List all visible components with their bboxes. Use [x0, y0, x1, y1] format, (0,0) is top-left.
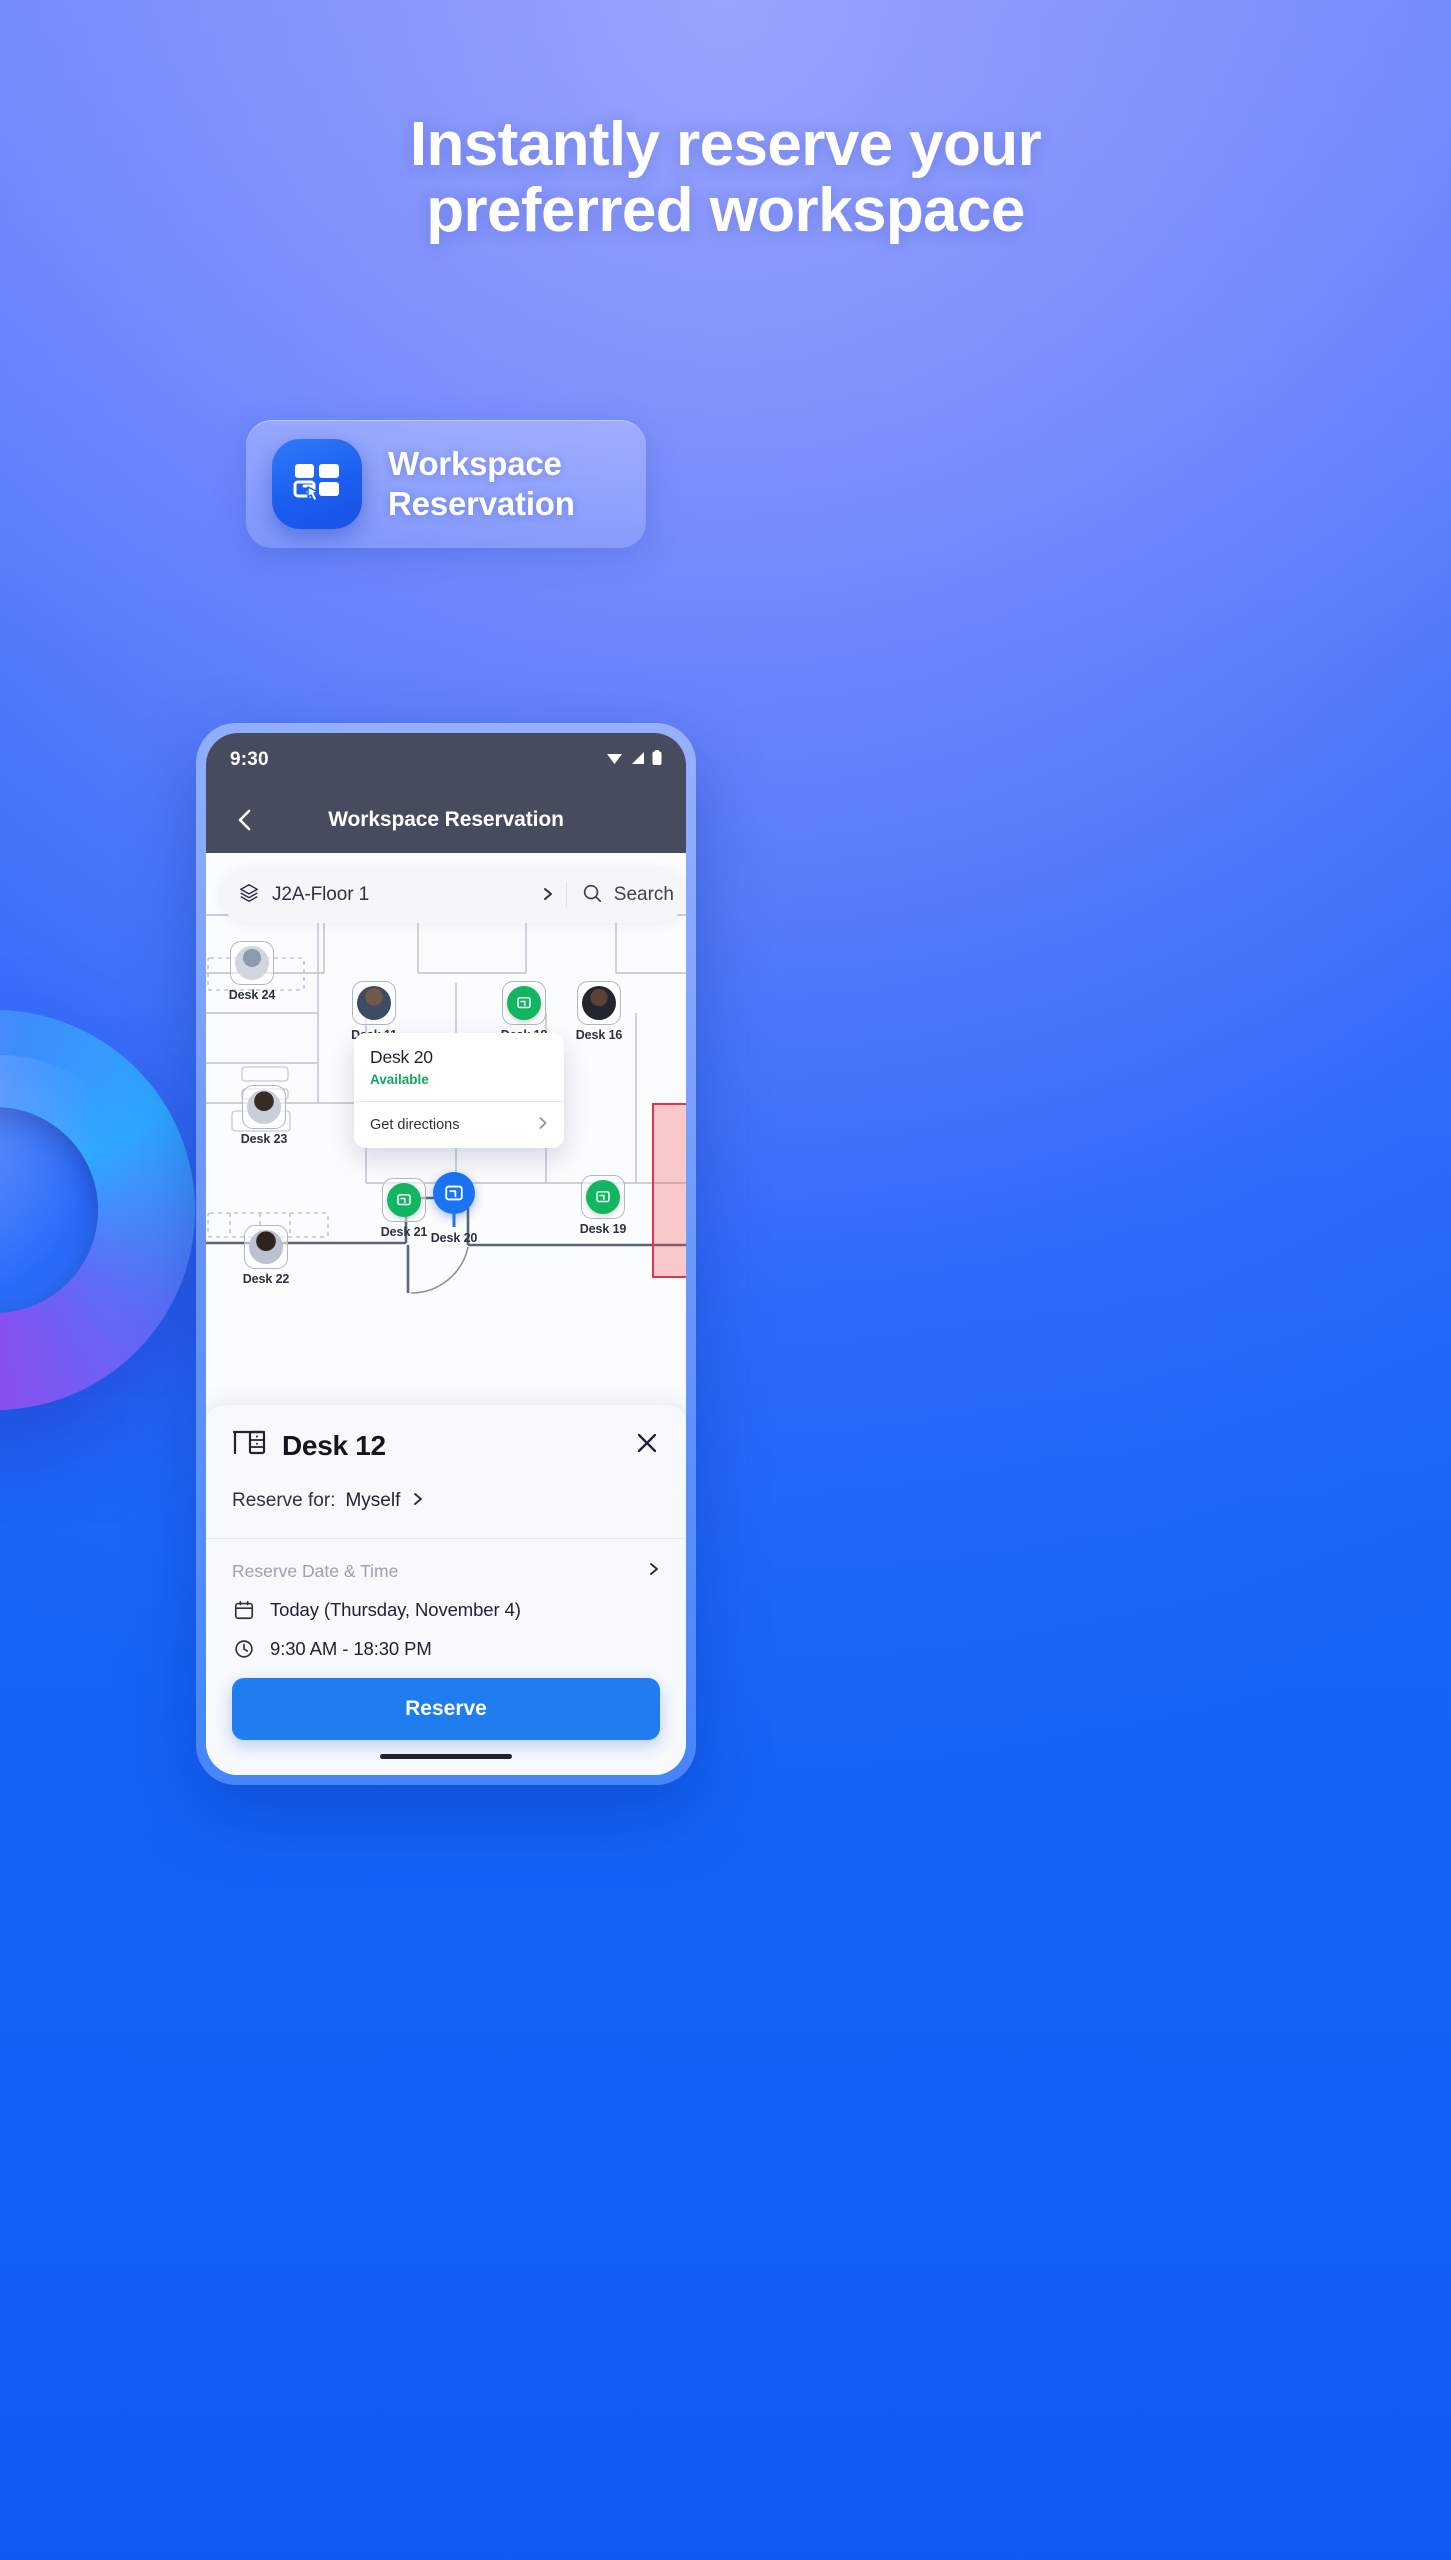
- reserve-time-value: 9:30 AM - 18:30 PM: [270, 1638, 432, 1659]
- desk-pin: [230, 941, 274, 985]
- avatar: [235, 946, 269, 980]
- app-chip-label-line2: Reservation: [388, 485, 575, 522]
- home-indicator: [380, 1754, 512, 1759]
- desk-icon: [232, 1427, 266, 1464]
- reserve-date-time-label: Reserve Date & Time: [232, 1561, 399, 1581]
- hero-headline-line1: Instantly reserve your: [409, 110, 1042, 179]
- reserve-for-label: Reserve for:: [232, 1490, 336, 1511]
- desk-pin: [352, 981, 396, 1025]
- back-button[interactable]: [226, 801, 264, 839]
- hero-headline-line2: preferred workspace: [426, 175, 1025, 245]
- workspace-grid-tap-icon: [272, 439, 362, 529]
- chevron-right-icon[interactable]: [542, 887, 554, 904]
- floorplan-map[interactable]: J2A-Floor 1 Search Desk 24 Desk 16 Desk …: [206, 853, 686, 1405]
- reserve-time-row: 9:30 AM - 18:30 PM: [232, 1638, 660, 1660]
- divider: [206, 1538, 686, 1539]
- desk-pin: [242, 1085, 286, 1129]
- calendar-icon: [232, 1599, 256, 1621]
- restricted-zone: [652, 1103, 686, 1278]
- wifi-icon: [606, 751, 623, 770]
- get-directions-label: Get directions: [370, 1117, 460, 1133]
- decorative-torus: [0, 1010, 195, 1410]
- avatar: [357, 986, 391, 1020]
- tooltip-title: Desk 20: [370, 1047, 433, 1067]
- desk-pin: [577, 981, 621, 1025]
- desk-label: Desk 23: [240, 1132, 288, 1146]
- selected-desk-icon: [433, 1172, 475, 1214]
- desk-tooltip[interactable]: Desk 20 Available Get directions: [354, 1033, 564, 1148]
- clock-icon: [232, 1638, 256, 1660]
- reserve-for-row[interactable]: Reserve for: Myself: [232, 1490, 660, 1512]
- battery-icon: [652, 749, 662, 771]
- app-chip-label: Workspace Reservation: [388, 444, 575, 525]
- desk-pin: [432, 1171, 476, 1227]
- available-badge-icon: [507, 986, 541, 1020]
- tooltip-status-badge: Available: [370, 1072, 429, 1087]
- status-icons: [606, 749, 662, 771]
- promo-screenshot: Instantly reserve your preferred workspa…: [0, 0, 1451, 2560]
- desk-marker-23[interactable]: Desk 23: [225, 1085, 303, 1146]
- app-chip[interactable]: Workspace Reservation: [246, 420, 646, 548]
- desk-pin: [581, 1175, 625, 1219]
- app-bar: Workspace Reservation: [206, 787, 686, 853]
- desk-marker-16[interactable]: Desk 16: [560, 981, 638, 1042]
- layers-icon: [238, 882, 260, 909]
- get-directions-action[interactable]: Get directions: [370, 1102, 548, 1148]
- avatar: [249, 1230, 283, 1264]
- available-badge-icon: [586, 1180, 620, 1214]
- reserve-date-time-row[interactable]: Reserve Date & Time: [232, 1561, 660, 1582]
- avatar: [247, 1090, 281, 1124]
- hero-headline: Instantly reserve your preferred workspa…: [0, 112, 1451, 243]
- sheet-header: Desk 12: [232, 1427, 660, 1464]
- floor-search-bar[interactable]: J2A-Floor 1 Search: [220, 867, 686, 923]
- app-bar-title: Workspace Reservation: [328, 808, 564, 831]
- pin-tail: [452, 1211, 456, 1227]
- desk-label: Desk 19: [579, 1222, 627, 1236]
- divider: [565, 882, 567, 908]
- search-input[interactable]: Search: [614, 884, 674, 906]
- cta-container: Reserve: [206, 1664, 686, 1775]
- reserve-for-value: Myself: [345, 1490, 401, 1511]
- search-icon[interactable]: [581, 882, 603, 909]
- desk-label: Desk 24: [228, 988, 276, 1002]
- avatar: [582, 986, 616, 1020]
- desk-detail-sheet: Desk 12 Reserve for: Myself Reserve Date…: [206, 1405, 686, 1775]
- close-icon[interactable]: [634, 1430, 660, 1461]
- desk-label: Desk 16: [575, 1028, 623, 1042]
- desk-marker-24[interactable]: Desk 24: [213, 941, 291, 1002]
- desk-label: Desk 20: [430, 1231, 478, 1245]
- chevron-right-icon[interactable]: [648, 1561, 660, 1582]
- reserve-date-value: Today (Thursday, November 4): [270, 1599, 521, 1620]
- app-chip-label-line1: Workspace: [388, 444, 562, 482]
- chevron-right-icon: [538, 1116, 548, 1134]
- desk-label: Desk 22: [242, 1272, 290, 1286]
- floor-selector-value[interactable]: J2A-Floor 1: [272, 884, 369, 906]
- reserve-date-row: Today (Thursday, November 4): [232, 1599, 660, 1621]
- desk-marker-20-selected[interactable]: Desk 20: [415, 1171, 493, 1245]
- phone-screen: 9:30 Workspace Reservation J2A-Floor 1 S…: [206, 733, 686, 1775]
- signal-icon: [630, 751, 645, 770]
- desk-pin: [244, 1225, 288, 1269]
- phone-mockup: 9:30 Workspace Reservation J2A-Floor 1 S…: [196, 723, 696, 1785]
- reserve-button[interactable]: Reserve: [232, 1678, 660, 1740]
- desk-marker-22[interactable]: Desk 22: [227, 1225, 305, 1286]
- desk-pin: [502, 981, 546, 1025]
- chevron-right-icon[interactable]: [412, 1491, 424, 1512]
- status-bar: 9:30: [206, 733, 686, 787]
- status-clock: 9:30: [230, 749, 269, 770]
- sheet-title: Desk 12: [282, 1429, 386, 1461]
- desk-marker-19[interactable]: Desk 19: [564, 1175, 642, 1236]
